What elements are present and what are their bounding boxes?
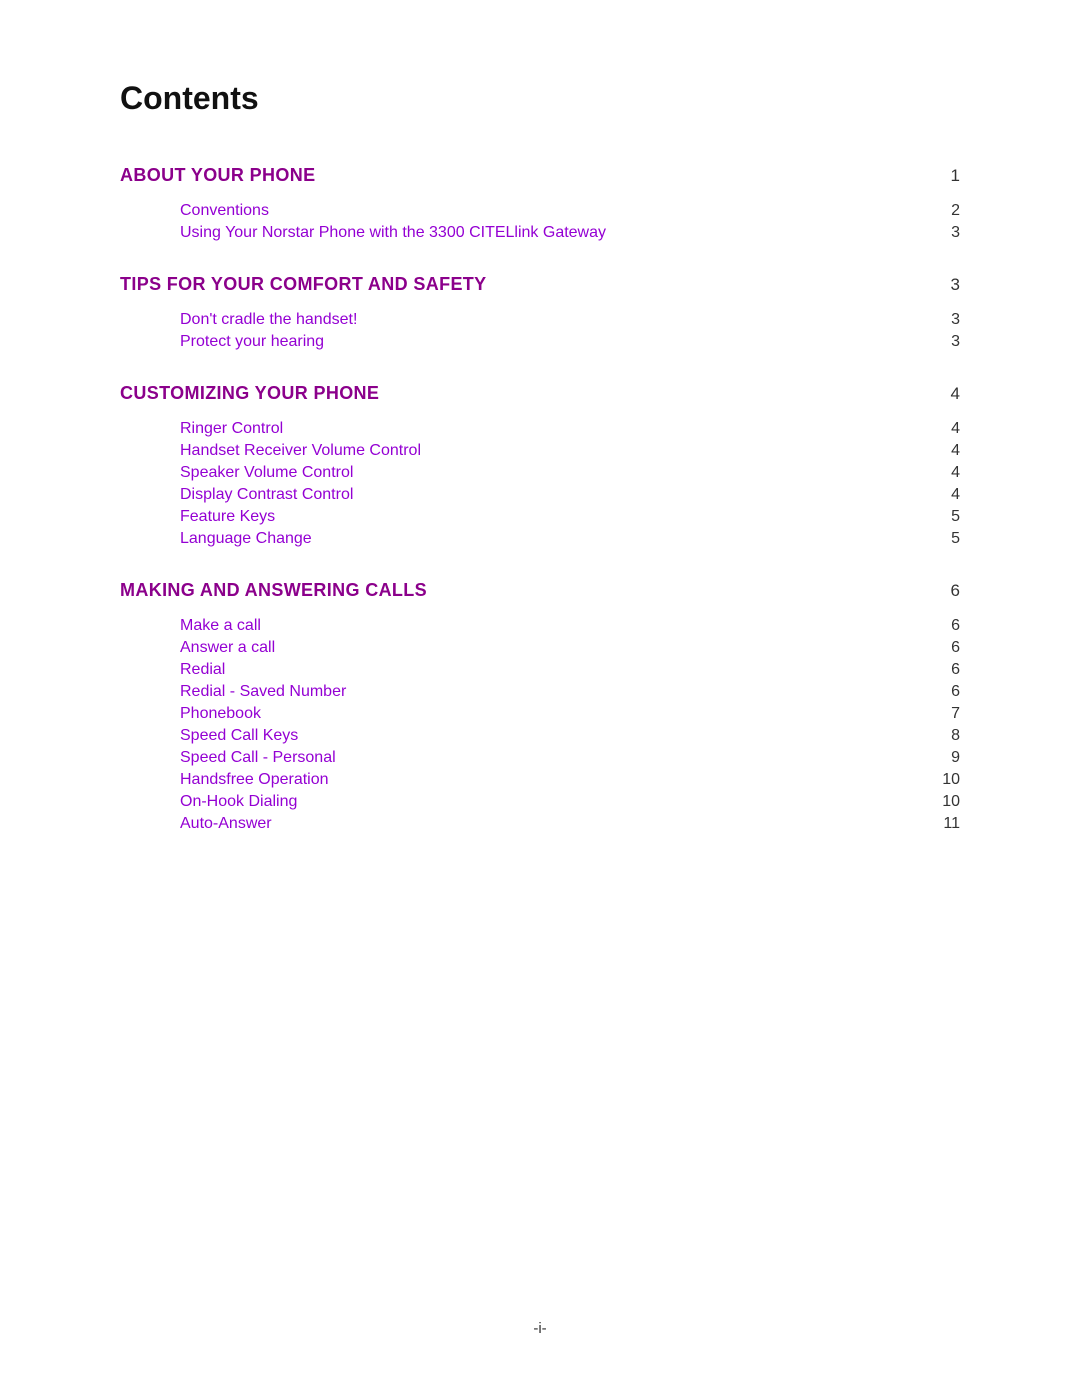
section-page-tips-comfort-safety: 3 — [930, 275, 960, 295]
toc-items-making-answering-calls: Make a call6Answer a call6Redial6Redial … — [120, 617, 960, 833]
section-header-making-answering-calls: MAKING AND ANSWERING CALLS 6 — [120, 580, 960, 601]
list-item: Phonebook 7 — [180, 705, 960, 723]
item-label: Ringer Control — [180, 420, 283, 438]
item-label: Speed Call - Personal — [180, 749, 336, 767]
list-item: Ringer Control 4 — [180, 420, 960, 438]
item-label: Answer a call — [180, 639, 275, 657]
item-label: Redial — [180, 661, 225, 679]
list-item: Feature Keys 5 — [180, 508, 960, 526]
item-page: 3 — [930, 333, 960, 351]
item-page: 5 — [930, 508, 960, 526]
item-page: 4 — [930, 442, 960, 460]
list-item: Answer a call 6 — [180, 639, 960, 657]
list-item: Don't cradle the handset! 3 — [180, 311, 960, 329]
item-label: Display Contrast Control — [180, 486, 353, 504]
section-header-tips-comfort-safety: TIPS FOR YOUR COMFORT AND SAFETY 3 — [120, 274, 960, 295]
item-page: 3 — [930, 224, 960, 242]
item-label: On-Hook Dialing — [180, 793, 297, 811]
section-page-making-answering-calls: 6 — [930, 581, 960, 601]
item-page: 6 — [930, 639, 960, 657]
list-item: Speed Call - Personal 9 — [180, 749, 960, 767]
item-label: Handset Receiver Volume Control — [180, 442, 421, 460]
toc-items-tips-comfort-safety: Don't cradle the handset!3Protect your h… — [120, 311, 960, 351]
item-label: Redial - Saved Number — [180, 683, 346, 701]
item-page: 3 — [930, 311, 960, 329]
item-label: Phonebook — [180, 705, 261, 723]
list-item: Conventions 2 — [180, 202, 960, 220]
list-item: Redial - Saved Number 6 — [180, 683, 960, 701]
toc-section-about-your-phone: ABOUT YOUR PHONE 1 Conventions 2 Using Your … — [120, 165, 960, 242]
item-page: 4 — [930, 420, 960, 438]
section-title-customizing-your-phone: CUSTOMIZING YOUR PHONE — [120, 383, 379, 404]
section-header-about-your-phone: ABOUT YOUR PHONE 1 — [120, 165, 960, 186]
toc-section-making-answering-calls: MAKING AND ANSWERING CALLS6Make a call6A… — [120, 580, 960, 833]
list-item: Using Your Norstar Phone with the 3300 C… — [180, 224, 960, 242]
section-header-customizing-your-phone: CUSTOMIZING YOUR PHONE 4 — [120, 383, 960, 404]
toc-container: ABOUT YOUR PHONE 1 Conventions 2 Using Your … — [120, 165, 960, 833]
footer: -i- — [0, 1320, 1080, 1337]
item-label: Protect your hearing — [180, 333, 324, 351]
section-title-tips-comfort-safety: TIPS FOR YOUR COMFORT AND SAFETY — [120, 274, 487, 295]
page-title: Contents — [120, 80, 960, 117]
item-page: 4 — [930, 486, 960, 504]
toc-items-customizing-your-phone: Ringer Control4Handset Receiver Volume C… — [120, 420, 960, 548]
item-label: Make a call — [180, 617, 261, 635]
list-item: Handsfree Operation 10 — [180, 771, 960, 789]
list-item: Make a call 6 — [180, 617, 960, 635]
item-label: Auto-Answer — [180, 815, 272, 833]
toc-items-about-your-phone: Conventions 2 Using Your Norstar Phone wit… — [120, 202, 960, 242]
item-page: 10 — [930, 771, 960, 789]
item-page: 6 — [930, 683, 960, 701]
section-page-about-your-phone: 1 — [930, 166, 960, 186]
section-page-customizing-your-phone: 4 — [930, 384, 960, 404]
item-label: Language Change — [180, 530, 312, 548]
item-label: Don't cradle the handset! — [180, 311, 357, 329]
list-item: Protect your hearing 3 — [180, 333, 960, 351]
item-page: 7 — [930, 705, 960, 723]
item-page: 10 — [930, 793, 960, 811]
list-item: Speaker Volume Control 4 — [180, 464, 960, 482]
item-page: 8 — [930, 727, 960, 745]
toc-section-customizing-your-phone: CUSTOMIZING YOUR PHONE4Ringer Control4Ha… — [120, 383, 960, 548]
toc-section-tips-comfort-safety: TIPS FOR YOUR COMFORT AND SAFETY3Don't c… — [120, 274, 960, 351]
item-page: 2 — [930, 202, 960, 220]
section-title-about-your-phone: ABOUT YOUR PHONE — [120, 165, 315, 186]
list-item: Speed Call Keys 8 — [180, 727, 960, 745]
item-page: 6 — [930, 661, 960, 679]
item-label: Speed Call Keys — [180, 727, 298, 745]
item-page: 11 — [930, 815, 960, 833]
list-item: Auto-Answer 11 — [180, 815, 960, 833]
item-label: Using Your Norstar Phone with the 3300 C… — [180, 224, 606, 242]
item-label: Handsfree Operation — [180, 771, 329, 789]
item-label: Speaker Volume Control — [180, 464, 353, 482]
list-item: Language Change 5 — [180, 530, 960, 548]
item-page: 9 — [930, 749, 960, 767]
list-item: Display Contrast Control 4 — [180, 486, 960, 504]
item-label: Feature Keys — [180, 508, 275, 526]
list-item: On-Hook Dialing 10 — [180, 793, 960, 811]
list-item: Redial 6 — [180, 661, 960, 679]
item-label: Conventions — [180, 202, 269, 220]
item-page: 5 — [930, 530, 960, 548]
section-title-making-answering-calls: MAKING AND ANSWERING CALLS — [120, 580, 427, 601]
item-page: 6 — [930, 617, 960, 635]
list-item: Handset Receiver Volume Control 4 — [180, 442, 960, 460]
item-page: 4 — [930, 464, 960, 482]
